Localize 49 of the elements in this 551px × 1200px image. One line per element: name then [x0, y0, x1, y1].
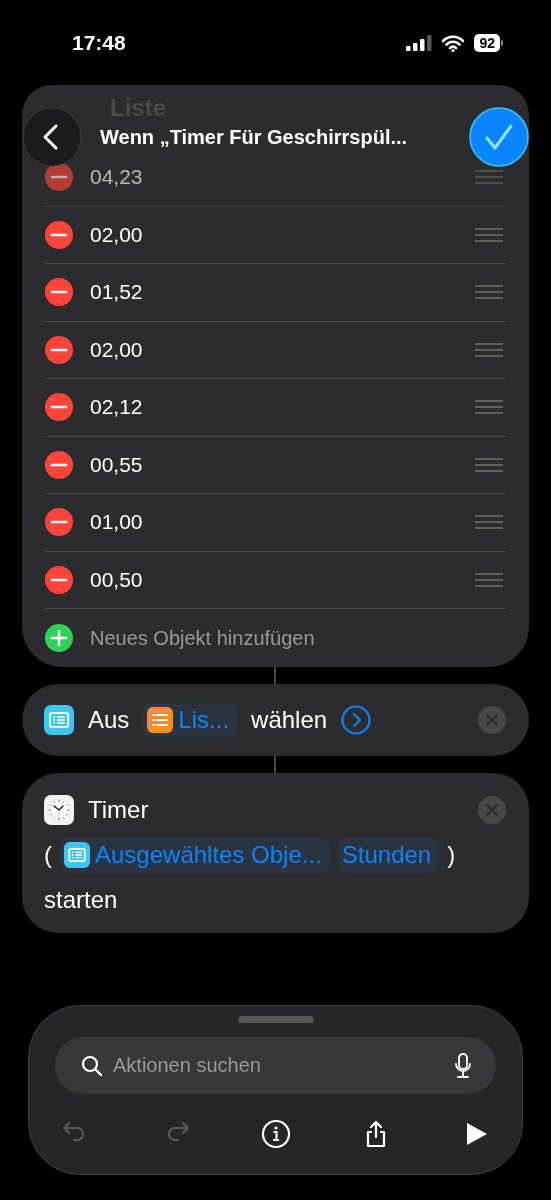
paren: ( — [44, 840, 52, 870]
remove-icon[interactable] — [44, 449, 74, 480]
remove-icon[interactable] — [44, 564, 74, 595]
variable-icon — [64, 842, 90, 868]
back-button[interactable] — [22, 107, 82, 167]
item-value[interactable]: 02,12 — [90, 395, 475, 420]
add-icon — [44, 623, 74, 653]
action-title: Timer — [88, 795, 149, 825]
battery-level: 92 — [474, 34, 500, 52]
remove-icon[interactable] — [44, 507, 74, 538]
drag-handle-icon[interactable] — [475, 227, 503, 242]
search-icon — [81, 1054, 103, 1077]
remove-icon[interactable] — [44, 277, 74, 308]
item-value[interactable]: 00,50 — [90, 567, 475, 592]
add-item-button[interactable]: Neues Objekt hinzufügen — [44, 609, 507, 667]
drag-handle-icon[interactable] — [475, 285, 503, 300]
variable-icon — [44, 705, 74, 735]
action-label: starten — [44, 885, 119, 915]
item-value[interactable]: 04,23 — [90, 165, 475, 190]
remove-icon[interactable] — [44, 392, 74, 423]
search-field[interactable]: Aktionen suchen — [113, 1054, 444, 1077]
signal-icon — [406, 35, 433, 51]
remove-icon[interactable] — [44, 334, 74, 365]
paren: ) — [447, 840, 456, 870]
action-label: wählen — [251, 705, 328, 735]
drag-handle-icon[interactable] — [475, 170, 503, 185]
time: 17:48 — [72, 30, 126, 56]
info-button[interactable] — [260, 1119, 291, 1149]
item-value[interactable]: 02,00 — [90, 222, 475, 247]
item-value[interactable]: 01,52 — [90, 280, 475, 305]
wifi-icon — [441, 34, 466, 52]
action-label: Aus — [88, 705, 130, 735]
drag-handle-icon[interactable] — [475, 515, 503, 530]
drag-handle-icon[interactable] — [475, 457, 503, 472]
nav-title: Wenn „Timer Für Geschirrspül... — [100, 125, 409, 149]
item-value[interactable]: 02,00 — [90, 337, 475, 362]
chevron-button[interactable] — [341, 705, 372, 735]
remove-icon[interactable] — [44, 219, 74, 250]
item-value[interactable]: 00,55 — [90, 452, 475, 477]
drag-handle-icon[interactable] — [475, 400, 503, 415]
done-button[interactable] — [469, 107, 529, 167]
microphone-icon[interactable] — [454, 1052, 472, 1079]
clock-icon — [44, 795, 74, 825]
remove-icon[interactable] — [44, 162, 74, 193]
list-icon — [147, 707, 174, 733]
drag-handle-icon[interactable] — [475, 572, 503, 587]
search-bar[interactable]: Aktionen suchen — [55, 1037, 496, 1094]
item-value[interactable]: 01,00 — [90, 510, 475, 535]
drag-handle-icon[interactable] — [475, 342, 503, 357]
